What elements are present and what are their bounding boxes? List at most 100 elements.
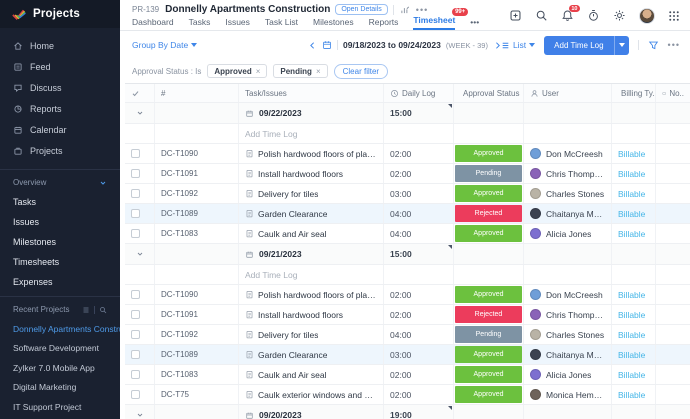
recent-project-item[interactable]: Zylker 7.0 Mobile App — [0, 358, 120, 378]
daily-log-cell[interactable]: 04:00 — [384, 325, 454, 344]
column-header-approval-status[interactable]: Approval Status — [454, 84, 524, 102]
task-name-link[interactable]: Caulk exterior windows and doors — [258, 390, 377, 400]
daily-log-cell[interactable]: 04:00 — [384, 204, 454, 223]
group-collapse-button[interactable] — [125, 405, 155, 419]
tab--[interactable]: ••• — [470, 17, 479, 30]
sidebar-item-reports[interactable]: Reports — [0, 98, 120, 119]
sidebar-item-calendar[interactable]: Calendar — [0, 119, 120, 140]
add-time-log-menu-button[interactable] — [613, 35, 629, 55]
add-time-log-button[interactable]: Add Time Log — [544, 35, 614, 55]
view-switcher-dropdown[interactable]: List — [501, 40, 536, 50]
status-badge[interactable]: Approved — [455, 185, 522, 202]
sidebar-item-discuss[interactable]: Discuss — [0, 77, 120, 98]
column-header-billing-ty-[interactable]: Billing Ty... — [612, 84, 656, 102]
recent-project-item[interactable]: Digital Marketing — [0, 378, 120, 398]
settings-gear-icon[interactable] — [613, 9, 626, 22]
table-row[interactable]: DC-T1092 Delivery for tiles 03:00 Approved C… — [125, 184, 690, 204]
add-new-button[interactable] — [509, 9, 522, 22]
row-checkbox[interactable] — [131, 350, 140, 359]
tab-milestones[interactable]: Milestones — [313, 17, 354, 30]
calendar-icon[interactable] — [322, 40, 332, 50]
task-name-link[interactable]: Garden Clearance — [258, 350, 327, 360]
task-name-link[interactable]: Polish hardwood floors of playroom — [258, 149, 377, 159]
group-by-dropdown[interactable]: Group By Date — [132, 40, 198, 50]
add-time-log-placeholder[interactable]: Add Time Log — [245, 129, 297, 139]
daily-log-cell[interactable]: 02:00 — [384, 144, 454, 163]
billable-link[interactable]: Billable — [618, 370, 645, 380]
billable-link[interactable]: Billable — [618, 290, 645, 300]
status-badge[interactable]: Approved — [455, 286, 522, 303]
recent-project-item[interactable]: Donnelly Apartments Construc — [0, 319, 120, 339]
daily-log-cell[interactable]: 03:00 — [384, 184, 454, 203]
status-badge[interactable]: Approved — [455, 225, 522, 242]
daily-log-cell[interactable]: 02:00 — [384, 164, 454, 183]
row-checkbox[interactable] — [131, 229, 140, 238]
row-checkbox[interactable] — [131, 189, 140, 198]
row-checkbox[interactable] — [131, 310, 140, 319]
sidebar-item-expenses[interactable]: Expenses — [0, 272, 120, 292]
add-time-log-row[interactable]: Add Time Log — [125, 265, 690, 285]
column-header-#[interactable]: # — [155, 84, 239, 102]
daily-log-cell[interactable]: 02:00 — [384, 385, 454, 404]
sidebar-item-timesheets[interactable]: Timesheets — [0, 252, 120, 272]
task-name-link[interactable]: Install hardwood floors — [258, 310, 343, 320]
app-logo[interactable]: Projects — [0, 0, 120, 28]
recent-project-item[interactable]: IT Support Project — [0, 397, 120, 417]
table-row[interactable]: DC-T1090 Polish hardwood floors of playro… — [125, 144, 690, 164]
group-collapse-button[interactable] — [125, 244, 155, 264]
table-row[interactable]: DC-T1092 Delivery for tiles 04:00 Pending Ch… — [125, 325, 690, 345]
filter-chip-pending[interactable]: Pending × — [273, 64, 328, 78]
add-time-log-placeholder[interactable]: Add Time Log — [245, 270, 297, 280]
column-header-user[interactable]: User — [524, 84, 612, 102]
table-row[interactable]: DC-T75 Caulk exterior windows and doors 02… — [125, 385, 690, 405]
column-header-task-issues[interactable]: Task/Issues — [239, 84, 384, 102]
row-checkbox[interactable] — [131, 370, 140, 379]
overview-header[interactable]: Overview — [0, 173, 120, 192]
task-name-link[interactable]: Polish hardwood floors of playroom — [258, 290, 377, 300]
daily-log-cell[interactable]: 04:00 — [384, 224, 454, 243]
tab-dashboard[interactable]: Dashboard — [132, 17, 174, 30]
billable-link[interactable]: Billable — [618, 350, 645, 360]
row-checkbox[interactable] — [131, 169, 140, 178]
table-row[interactable]: DC-T1091 Install hardwood floors 02:00 Reje… — [125, 305, 690, 325]
daily-log-cell[interactable]: 03:00 — [384, 345, 454, 364]
tab-timesheet[interactable]: Timesheet 99+ — [413, 8, 469, 30]
task-name-link[interactable]: Install hardwood floors — [258, 169, 343, 179]
group-collapse-button[interactable] — [125, 103, 155, 123]
status-badge[interactable]: Rejected — [455, 306, 522, 323]
chart-icon[interactable] — [400, 5, 410, 15]
filter-chip-approved[interactable]: Approved × — [207, 64, 268, 78]
apps-grid-icon[interactable] — [668, 10, 680, 22]
open-details-button[interactable]: Open Details — [335, 4, 388, 15]
remove-filter-icon[interactable]: × — [256, 67, 261, 76]
billable-link[interactable]: Billable — [618, 330, 645, 340]
tab-reports[interactable]: Reports — [369, 17, 399, 30]
status-badge[interactable]: Pending — [455, 165, 522, 182]
tab-issues[interactable]: Issues — [225, 17, 250, 30]
sidebar-item-home[interactable]: Home — [0, 35, 120, 56]
user-avatar[interactable] — [639, 7, 655, 24]
billable-link[interactable]: Billable — [618, 189, 645, 199]
task-name-link[interactable]: Delivery for tiles — [258, 189, 318, 199]
recent-project-item[interactable]: Software Development — [0, 339, 120, 359]
billable-link[interactable]: Billable — [618, 229, 645, 239]
table-row[interactable]: DC-T1089 Garden Clearance 03:00 Approved Cha… — [125, 345, 690, 365]
tab-tasks[interactable]: Tasks — [189, 17, 211, 30]
column-header-daily-log[interactable]: Daily Log — [384, 84, 454, 102]
date-range-label[interactable]: 09/18/2023 to 09/24/2023 — [343, 40, 441, 50]
status-badge[interactable]: Approved — [455, 145, 522, 162]
tab-task-list[interactable]: Task List — [265, 17, 298, 30]
row-checkbox[interactable] — [131, 390, 140, 399]
row-checkbox[interactable] — [131, 149, 140, 158]
filter-funnel-icon[interactable] — [648, 40, 659, 51]
project-list-icon[interactable] — [82, 306, 90, 314]
table-row[interactable]: DC-T1083 Caulk and Air seal 02:00 Approved A… — [125, 365, 690, 385]
table-row[interactable]: DC-T1083 Caulk and Air seal 04:00 Approved A… — [125, 224, 690, 244]
status-badge[interactable]: Approved — [455, 366, 522, 383]
notifications-bell-icon[interactable]: 10 — [561, 5, 580, 22]
sidebar-item-tasks[interactable]: Tasks — [0, 192, 120, 212]
billable-link[interactable]: Billable — [618, 169, 645, 179]
billable-link[interactable]: Billable — [618, 390, 645, 400]
task-name-link[interactable]: Garden Clearance — [258, 209, 327, 219]
clear-filter-button[interactable]: Clear filter — [333, 63, 389, 79]
